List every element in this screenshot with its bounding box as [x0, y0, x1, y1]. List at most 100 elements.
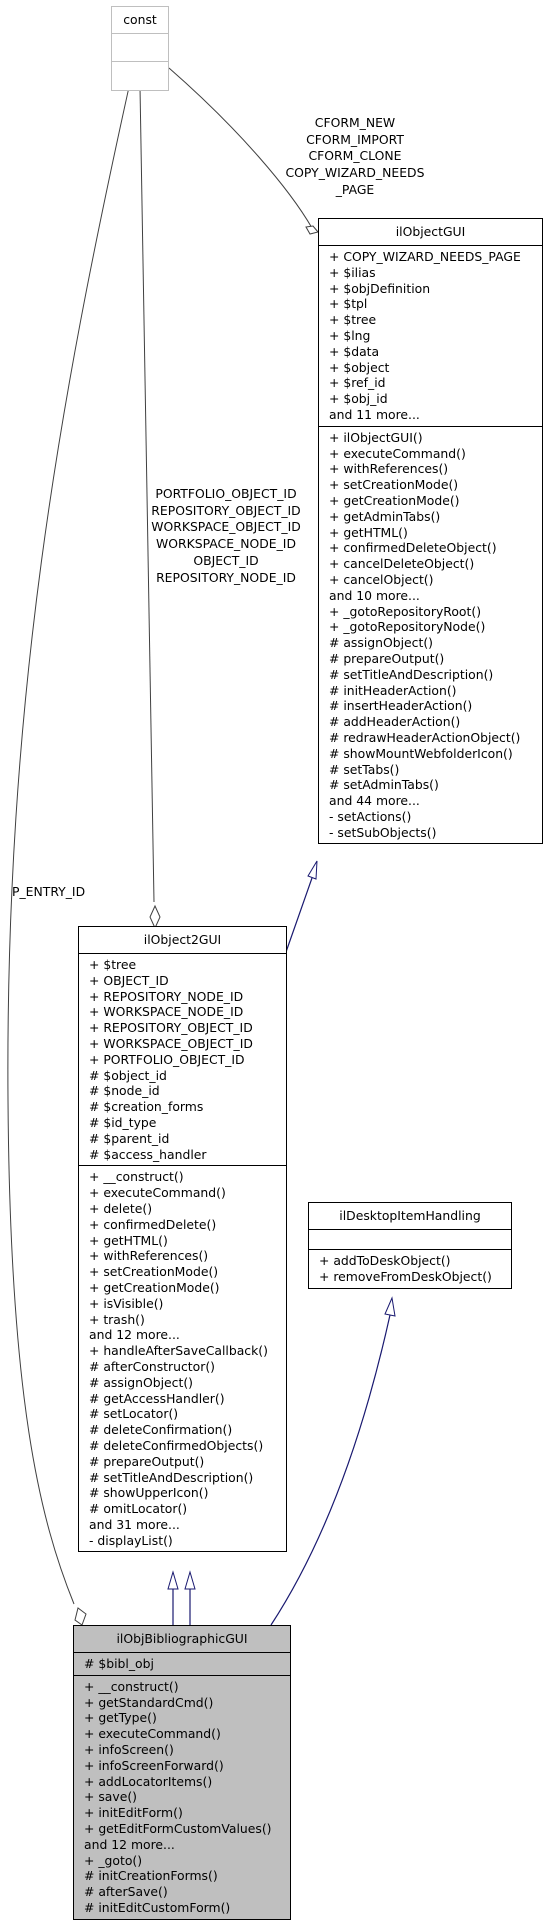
class-method: and 10 more... — [329, 587, 420, 603]
class-method: # initCreationForms() — [84, 1868, 218, 1884]
edge-label-line: _PAGE — [335, 181, 375, 197]
class-method: + removeFromDeskObject() — [319, 1268, 492, 1284]
class-method: # assignObject() — [329, 635, 434, 651]
class-attribute: + COPY_WIZARD_NEEDS_PAGE — [329, 249, 521, 264]
class-method: # setLocator() — [89, 1406, 179, 1422]
class-name: ilObjectGUI — [319, 219, 542, 246]
class-method: # setTitleAndDescription() — [89, 1469, 254, 1485]
class-method: # prepareOutput() — [89, 1453, 205, 1469]
class-node-ilObject2GUI[interactable]: ilObject2GUI + $tree + OBJECT_ID + REPOSITO… — [78, 926, 287, 1553]
class-method: + executeCommand() — [329, 445, 466, 461]
class-method: + _goto() — [84, 1852, 143, 1868]
class-method: + getEditFormCustomValues() — [84, 1820, 272, 1836]
class-method: and 31 more... — [89, 1516, 180, 1532]
class-method: + setCreationMode() — [329, 477, 459, 493]
class-attributes-compartment — [309, 1230, 511, 1250]
class-attribute: + $data — [329, 343, 380, 359]
class-attribute: + $tpl — [329, 296, 368, 312]
class-methods-compartment: + __construct() + executeCommand() + delet… — [79, 1166, 286, 1551]
edge-label-line: WORKSPACE_NODE_ID — [156, 536, 296, 552]
class-method: - setActions() — [329, 808, 412, 824]
class-attribute: + $lng — [329, 327, 371, 343]
class-method: + _gotoRepositoryNode() — [329, 619, 486, 635]
inheritance-arrow-icon — [184, 1570, 196, 1590]
edge-label-line: COPY_WIZARD_NEEDS — [285, 165, 425, 181]
class-method: + getStandardCmd() — [84, 1694, 214, 1710]
class-name: ilObject2GUI — [79, 927, 286, 954]
edge-label-const-ilObjectGUI: CFORM_NEW CFORM_IMPORT CFORM_CLONE COPY_WIZ… — [270, 115, 440, 199]
class-method: + addToDeskObject() — [319, 1253, 451, 1268]
class-method: # initEditCustomForm() — [84, 1899, 231, 1915]
class-method: # setTabs() — [329, 761, 400, 777]
class-name: ilObjBibliographicGUI — [74, 1626, 290, 1653]
class-method: + _gotoRepositoryRoot() — [329, 603, 482, 619]
class-method: + __construct() — [84, 1678, 179, 1694]
class-method: # deleteConfirmation() — [89, 1422, 233, 1438]
class-method: + getCreationMode() — [329, 492, 460, 508]
class-method: # getAccessHandler() — [89, 1390, 225, 1406]
class-attribute: + REPOSITORY_OBJECT_ID — [89, 1020, 253, 1036]
class-method: + addLocatorItems() — [84, 1773, 213, 1789]
class-method: + getAdminTabs() — [329, 508, 441, 524]
class-methods-compartment: + addToDeskObject() + removeFromDeskObjec… — [309, 1250, 511, 1288]
class-method: # deleteConfirmedObjects() — [89, 1437, 264, 1453]
class-method: # initHeaderAction() — [329, 682, 457, 698]
class-attribute: + OBJECT_ID — [89, 972, 169, 988]
class-name: ilDesktopItemHandling — [309, 1203, 511, 1230]
class-method: and 12 more... — [89, 1327, 180, 1343]
class-attribute: # $node_id — [89, 1083, 160, 1099]
inheritance-edge-ilObject2GUI-ilObjectGUI — [285, 877, 313, 953]
class-method: # afterSave() — [84, 1884, 168, 1900]
aggregation-diamond-icon — [305, 225, 319, 235]
class-method: + getHTML() — [329, 524, 408, 540]
class-method: + confirmedDeleteObject() — [329, 540, 497, 556]
class-node-const[interactable]: const — [111, 6, 169, 91]
class-attribute: + $tree — [329, 312, 377, 328]
class-attributes-compartment: + $tree + OBJECT_ID + REPOSITORY_NODE_ID + … — [79, 954, 286, 1167]
class-method: + cancelObject() — [329, 571, 434, 587]
class-method: + delete() — [89, 1200, 153, 1216]
class-method: + getHTML() — [89, 1232, 168, 1248]
class-node-ilObjBibliographicGUI[interactable]: ilObjBibliographicGUI # $bibl_obj + __cons… — [73, 1625, 291, 1920]
class-attribute: # $parent_id — [89, 1130, 170, 1146]
class-attribute: + $tree — [89, 957, 137, 972]
class-methods-compartment: + ilObjectGUI() + executeCommand() + withR… — [319, 427, 542, 844]
class-method: + initEditForm() — [84, 1805, 183, 1821]
class-method: + getCreationMode() — [89, 1279, 220, 1295]
class-attribute: # $id_type — [89, 1114, 157, 1130]
class-method: + getType() — [84, 1710, 157, 1726]
edge-label-line: WORKSPACE_OBJECT_ID — [151, 519, 301, 535]
class-attribute: + $ilias — [329, 264, 376, 280]
class-method: # redrawHeaderActionObject() — [329, 729, 521, 745]
class-method: # setTitleAndDescription() — [329, 666, 494, 682]
class-method: + __construct() — [89, 1169, 184, 1185]
class-attribute: + WORKSPACE_OBJECT_ID — [89, 1035, 253, 1051]
class-methods-compartment — [112, 62, 168, 90]
class-attributes-compartment: # $bibl_obj — [74, 1653, 290, 1676]
class-attribute: # $access_handler — [89, 1146, 207, 1162]
class-node-ilDesktopItemHandling[interactable]: ilDesktopItemHandling + addToDeskObject()… — [308, 1202, 512, 1289]
class-method: + handleAfterSaveCallback() — [89, 1343, 268, 1359]
class-method: # prepareOutput() — [329, 650, 445, 666]
class-method: + infoScreenForward() — [84, 1757, 224, 1773]
class-attributes-compartment — [112, 34, 168, 62]
class-method: - setSubObjects() — [329, 824, 437, 840]
class-method: # insertHeaderAction() — [329, 698, 473, 714]
class-method: + executeCommand() — [89, 1185, 226, 1201]
class-method: + ilObjectGUI() — [329, 429, 423, 445]
class-method: and 12 more... — [84, 1836, 175, 1852]
class-attribute: + REPOSITORY_NODE_ID — [89, 988, 244, 1004]
edge-label-line: CFORM_NEW — [314, 115, 396, 130]
class-node-ilObjectGUI[interactable]: ilObjectGUI + COPY_WIZARD_NEEDS_PAGE + $il… — [318, 218, 543, 845]
class-attribute: and 11 more... — [329, 406, 420, 422]
class-method: # showUpperIcon() — [89, 1485, 209, 1501]
class-method: # addHeaderAction() — [329, 714, 461, 730]
inheritance-edge-bibliographic-ilDesktopItemHandling — [270, 1314, 391, 1626]
inheritance-arrow-icon — [167, 1570, 179, 1590]
class-method: + withReferences() — [89, 1248, 209, 1264]
class-method: + isVisible() — [89, 1295, 164, 1311]
edge-label-line: REPOSITORY_OBJECT_ID — [151, 502, 301, 518]
edge-label-line: CFORM_CLONE — [308, 148, 402, 164]
aggregation-diamond-icon — [74, 1607, 87, 1626]
class-attribute: + $ref_id — [329, 375, 386, 391]
